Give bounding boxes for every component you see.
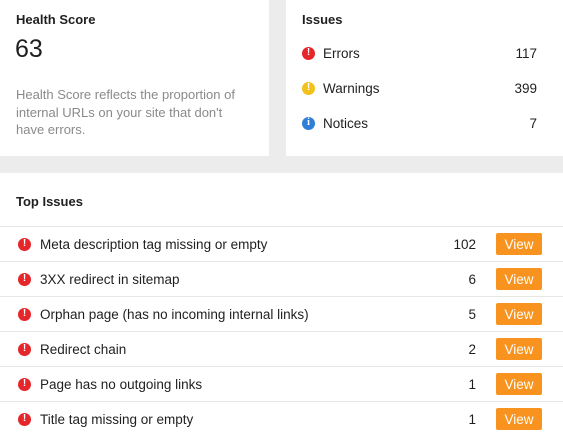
error-icon: !: [18, 272, 31, 286]
error-icon: !: [302, 46, 315, 60]
issue-count: 6: [468, 271, 476, 287]
view-button[interactable]: View: [496, 233, 542, 255]
error-icon: !: [18, 412, 31, 426]
issues-row-count: 117: [515, 45, 537, 61]
issue-label: Meta description tag missing or empty: [40, 236, 268, 252]
issues-title: Issues: [302, 12, 343, 27]
issue-label: Page has no outgoing links: [40, 376, 203, 392]
table-row: ! 3XX redirect in sitemap 6 View: [0, 261, 563, 296]
issues-row-warnings[interactable]: ! Warnings 399: [302, 78, 537, 98]
table-row: ! Title tag missing or empty 1 View: [0, 401, 563, 436]
view-button[interactable]: View: [496, 338, 542, 360]
error-icon: !: [18, 237, 31, 251]
issues-row-errors[interactable]: ! Errors 117: [302, 43, 537, 63]
table-row: ! Redirect chain 2 View: [0, 331, 563, 366]
health-score-title: Health Score: [16, 12, 96, 27]
issues-summary-card: Issues ! Errors 117 ! Warnings 399 i Not…: [286, 0, 563, 156]
top-issues-card: Top Issues ! Meta description tag missin…: [0, 173, 563, 446]
issue-count: 1: [468, 376, 476, 392]
top-issues-title: Top Issues: [16, 194, 83, 209]
error-icon: !: [18, 377, 31, 391]
issues-row-label: Warnings: [323, 80, 380, 96]
health-score-value: 63: [15, 35, 43, 63]
issue-count: 102: [453, 236, 476, 252]
issue-count: 5: [468, 306, 476, 322]
issues-row-label: Errors: [323, 45, 360, 61]
top-issues-list: ! Meta description tag missing or empty …: [0, 226, 563, 436]
issues-row-count: 399: [514, 80, 537, 96]
health-score-description: Health Score reflects the proportion of …: [16, 87, 235, 137]
issue-count: 2: [468, 341, 476, 357]
info-icon: i: [302, 116, 315, 130]
table-row: ! Page has no outgoing links 1 View: [0, 366, 563, 401]
issues-row-count: 7: [529, 115, 537, 131]
error-icon: !: [18, 307, 31, 321]
issue-label: Redirect chain: [40, 341, 127, 357]
issue-label: 3XX redirect in sitemap: [40, 271, 180, 287]
error-icon: !: [18, 342, 31, 356]
warning-icon: !: [302, 81, 315, 95]
table-row: ! Meta description tag missing or empty …: [0, 226, 563, 261]
issue-label: Orphan page (has no incoming internal li…: [40, 306, 309, 322]
view-button[interactable]: View: [496, 373, 542, 395]
issue-label: Title tag missing or empty: [40, 411, 194, 427]
view-button[interactable]: View: [496, 303, 542, 325]
issues-row-label: Notices: [323, 115, 369, 131]
view-button[interactable]: View: [496, 268, 542, 290]
health-score-card: Health Score 63 Health Score reflects th…: [0, 0, 269, 156]
table-row: ! Orphan page (has no incoming internal …: [0, 296, 563, 331]
view-button[interactable]: View: [496, 408, 542, 430]
issue-count: 1: [468, 411, 476, 427]
issues-row-notices[interactable]: i Notices 7: [302, 113, 537, 133]
